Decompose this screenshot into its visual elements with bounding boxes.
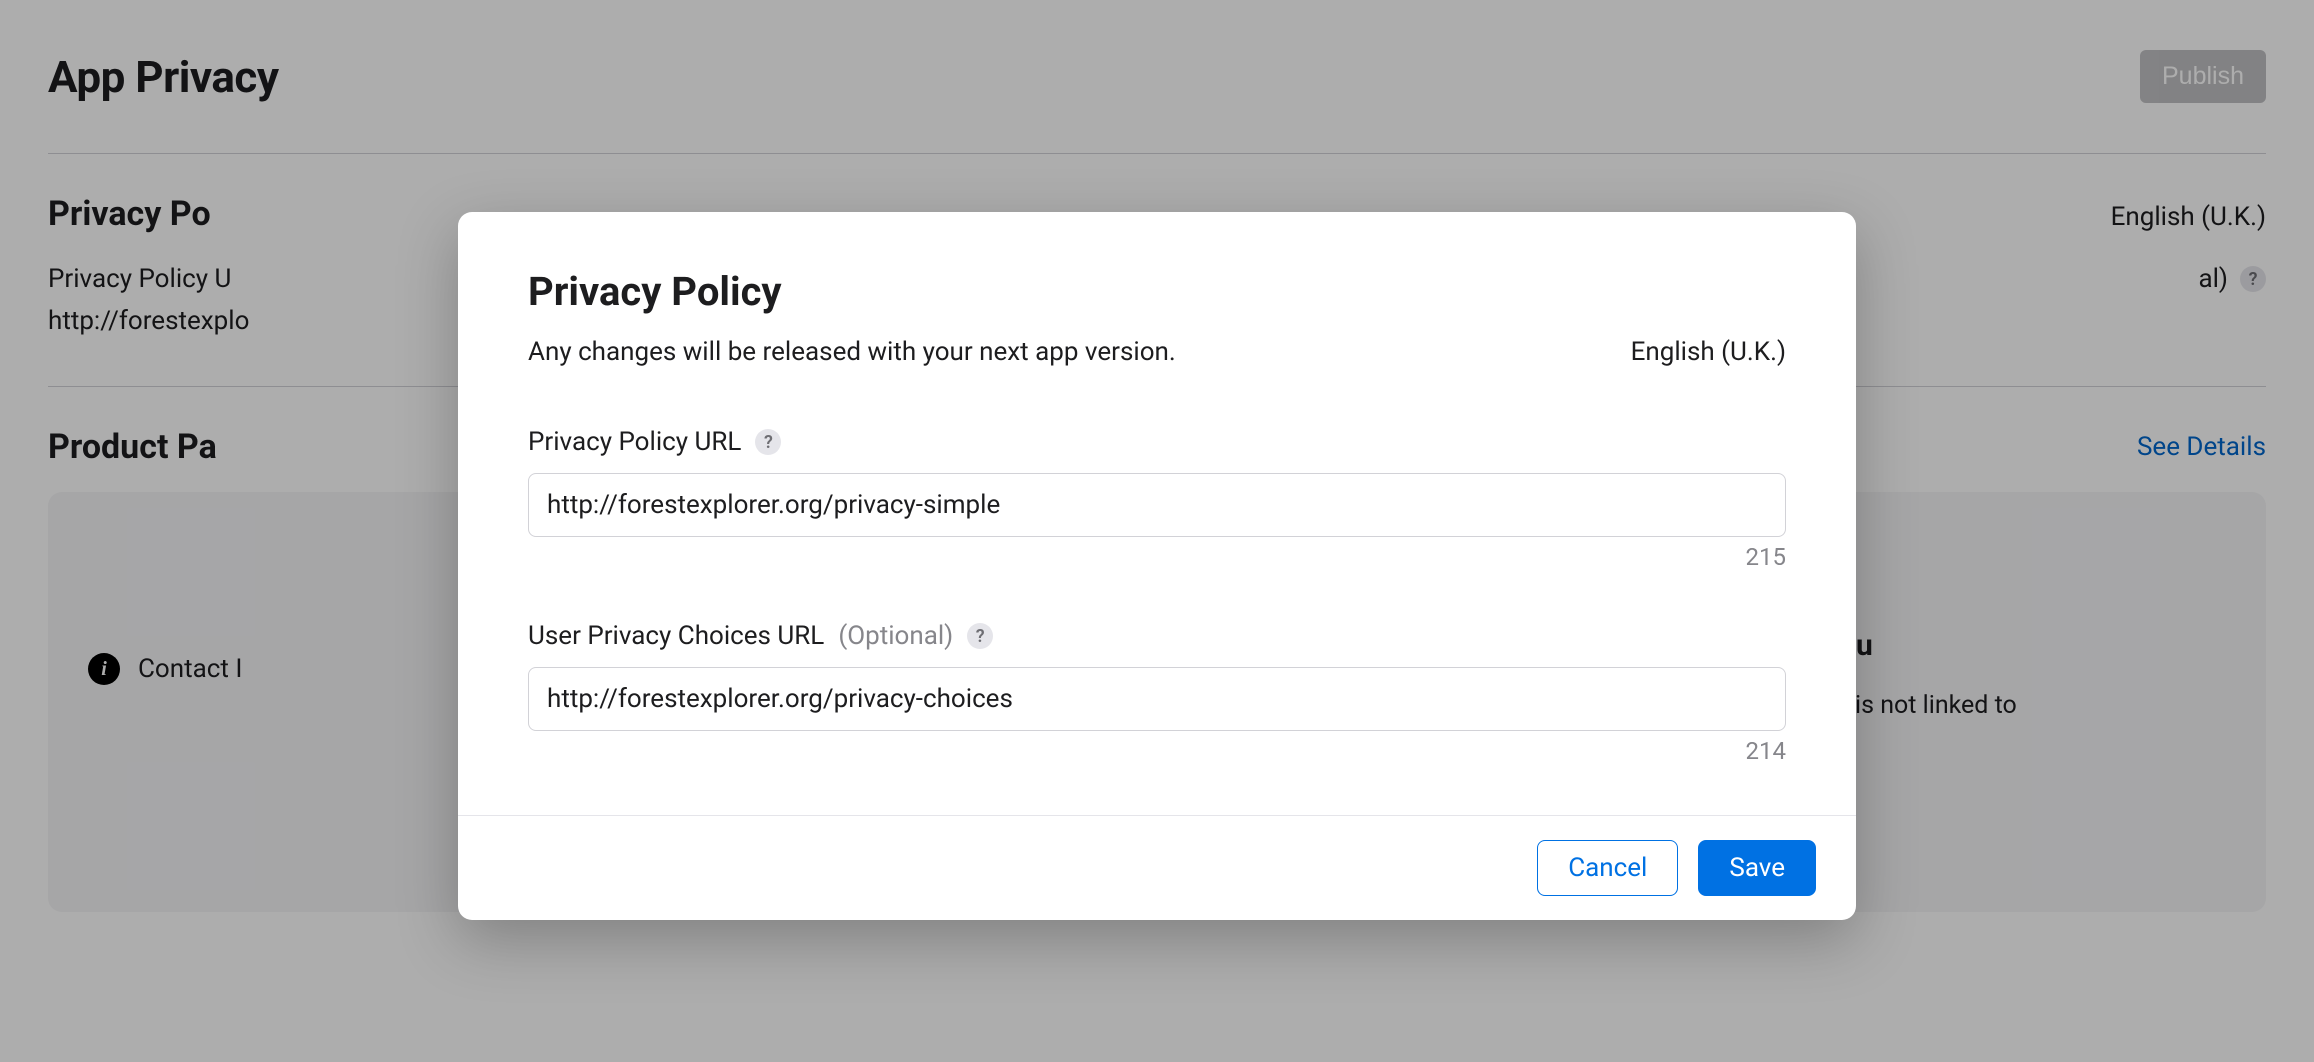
help-icon[interactable]: ? (755, 429, 781, 455)
modal-overlay: Privacy Policy Any changes will be relea… (0, 0, 2314, 1062)
privacy-choices-url-input[interactable] (528, 667, 1786, 731)
help-icon[interactable]: ? (967, 623, 993, 649)
cancel-button[interactable]: Cancel (1537, 840, 1678, 896)
privacy-policy-url-input[interactable] (528, 473, 1786, 537)
privacy-choices-url-label: User Privacy Choices URL (528, 621, 824, 651)
privacy-policy-modal: Privacy Policy Any changes will be relea… (458, 212, 1856, 920)
privacy-url-char-count: 215 (528, 543, 1786, 571)
optional-tag: (Optional) (838, 621, 953, 651)
privacy-policy-url-label: Privacy Policy URL (528, 427, 741, 457)
save-button[interactable]: Save (1698, 840, 1816, 896)
modal-title: Privacy Policy (528, 268, 1176, 315)
modal-language[interactable]: English (U.K.) (1631, 337, 1786, 367)
choices-url-char-count: 214 (528, 737, 1786, 765)
modal-subtitle: Any changes will be released with your n… (528, 337, 1176, 367)
